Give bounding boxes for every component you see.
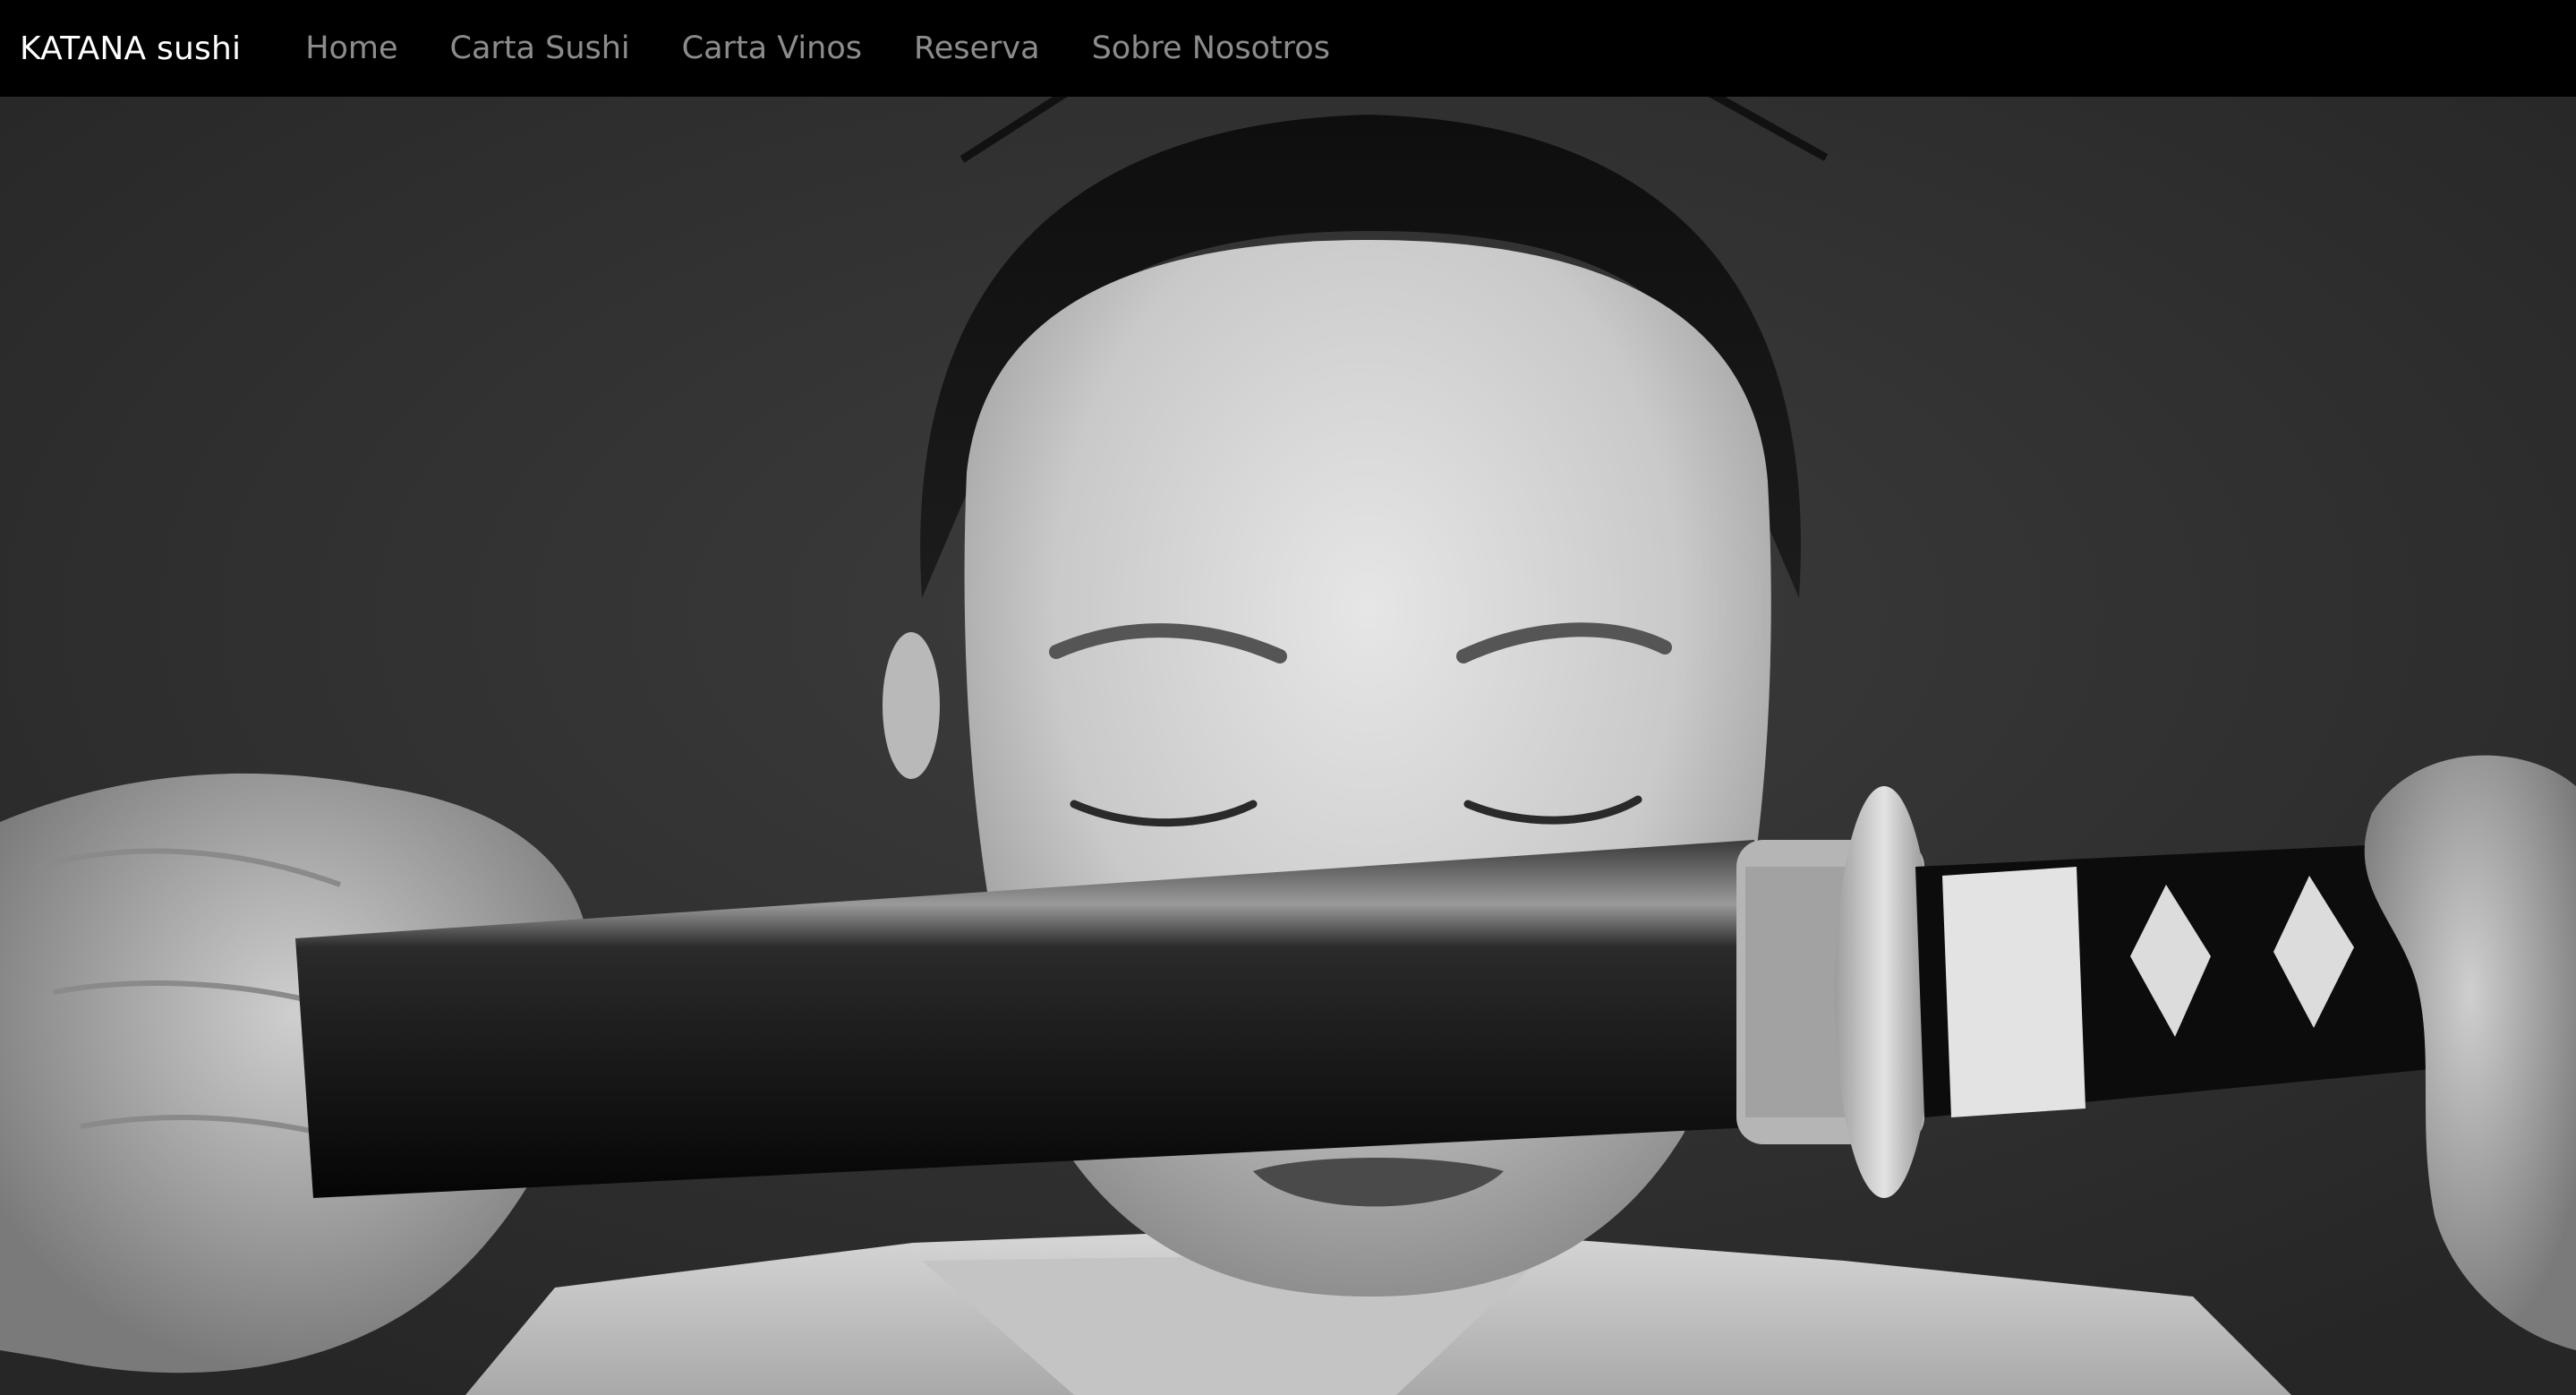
nav-link-sobre-nosotros[interactable]: Sobre Nosotros [1092, 30, 1330, 66]
brand-logo-link[interactable]: KATANA sushi [20, 30, 241, 67]
nav-link-carta-sushi[interactable]: Carta Sushi [450, 30, 630, 66]
top-navbar: KATANA sushi Home Carta Sushi Carta Vino… [0, 0, 2576, 97]
hero-image [0, 97, 2576, 1395]
nav-link-home[interactable]: Home [305, 30, 397, 66]
nav-link-carta-vinos[interactable]: Carta Vinos [682, 30, 862, 66]
nav-link-reserva[interactable]: Reserva [914, 30, 1040, 66]
nav-links: Home Carta Sushi Carta Vinos Reserva Sob… [305, 30, 1382, 66]
hero-illustration [0, 97, 2576, 1395]
